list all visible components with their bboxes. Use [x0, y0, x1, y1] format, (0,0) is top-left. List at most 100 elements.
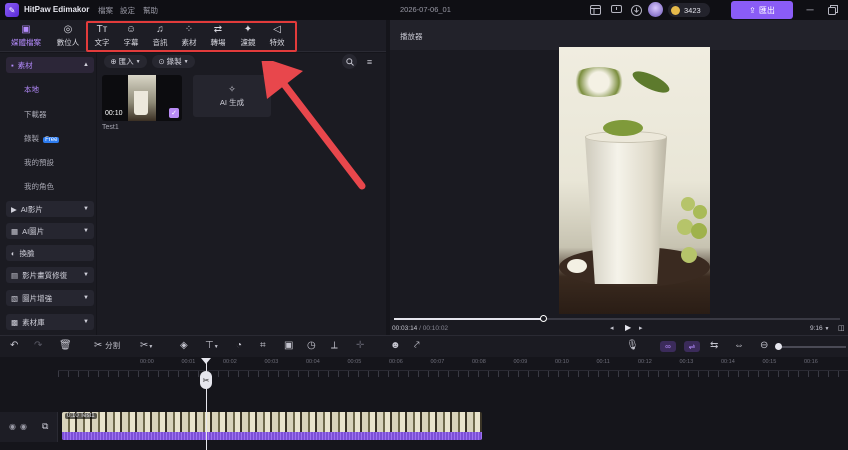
cut-options-icon[interactable]: ✂▼	[140, 340, 153, 351]
play-icon[interactable]: ▶	[625, 323, 631, 332]
tab-digital-human[interactable]: ◎ 數位人	[52, 21, 84, 51]
track-video-icon[interactable]: ⧉	[42, 421, 48, 432]
tool-audio-label: 音訊	[152, 38, 168, 47]
app-logo-icon: ✎	[5, 3, 19, 17]
download-icon[interactable]	[629, 3, 643, 17]
sidebar-cat-face-swap-label: 換臉	[19, 248, 35, 258]
transition-icon: ⇄	[213, 24, 223, 35]
sidebar-item-downloader[interactable]: 下載器	[24, 109, 47, 120]
sidebar-item-my-characters[interactable]: 我的角色	[24, 181, 54, 192]
timeline-toolbar: ↶ ↷ 🗑 ✂ 分割 ✂▼ ◈ ⊤▼ ◔ ⌗ ▣ ◷ ⟂ ✛ ☻ ⤤ 🎙 ∞ ⇌…	[0, 335, 848, 357]
sidebar-cat-ai-video[interactable]: ▶ AI影片 ▼	[6, 201, 94, 217]
speed-icon[interactable]: ◷	[307, 340, 316, 351]
ruler-label: 00:14	[721, 359, 735, 365]
freeze-frame-icon[interactable]: ▣	[284, 340, 293, 351]
ai-video-icon: ▶	[11, 204, 17, 214]
minimize-icon[interactable]: ─	[803, 3, 817, 17]
redo-icon[interactable]: ↷	[34, 340, 42, 351]
tool-audio[interactable]: ♫ 音訊	[147, 21, 173, 51]
text-tool-icon[interactable]: ⊤▼	[205, 340, 219, 351]
media-clip-thumbnail[interactable]: 00:10 ✓	[102, 75, 182, 121]
sidebar-cat-image-enhance[interactable]: ▧ 圖片增強 ▼	[6, 290, 94, 306]
ai-avatar-icon[interactable]: ☻	[390, 340, 401, 351]
ruler-label: 00:10	[555, 359, 569, 365]
mask-icon[interactable]: ◈	[180, 340, 188, 351]
preview-progress-handle[interactable]	[540, 315, 547, 322]
audio-waveform	[62, 432, 482, 440]
layout-icon[interactable]	[588, 3, 602, 17]
avatar[interactable]	[648, 2, 663, 17]
tool-text[interactable]: Tт 文字	[89, 21, 115, 51]
next-frame-icon[interactable]: ▸	[639, 324, 643, 332]
tab-media-files[interactable]: ▣ 媒體檔案	[6, 21, 46, 51]
image-enhance-icon: ▧	[11, 293, 19, 303]
sidebar-section-elements[interactable]: ▪ 素材 ▲	[6, 57, 94, 73]
rotate-icon[interactable]: ◔	[236, 340, 242, 351]
tool-subtitle[interactable]: ☺ 字幕	[118, 21, 144, 51]
magnet-icon[interactable]: ∞	[660, 341, 676, 352]
export-icon: ⇪	[749, 5, 756, 15]
microphone-icon[interactable]: 🎙	[626, 340, 639, 351]
split-button[interactable]: ✂ 分割	[94, 340, 120, 351]
sidebar-item-my-presets[interactable]: 我的預設	[24, 157, 54, 168]
tool-filter[interactable]: ✦ 濾鏡	[235, 21, 261, 51]
track-split-icon[interactable]: ⇆	[710, 340, 718, 351]
export-button[interactable]: ⇪ 匯出	[731, 1, 793, 19]
record-button[interactable]: ⊙ 錄製 ▼	[152, 55, 195, 68]
sidebar-cat-library-label: 素材庫	[22, 317, 45, 327]
ai-generate-label: AI 生成	[219, 98, 245, 107]
sidebar-item-local[interactable]: 本地	[24, 84, 39, 95]
split-label: 分割	[105, 341, 121, 350]
delete-icon[interactable]: 🗑	[59, 340, 72, 351]
crop-icon[interactable]: ⌗	[260, 340, 266, 351]
sidebar-item-record[interactable]: 錄製 Free	[24, 133, 60, 144]
chevron-down-icon: ▼	[824, 326, 830, 332]
clip-name: Test1	[102, 124, 119, 131]
prev-frame-icon[interactable]: ◂	[610, 324, 614, 332]
chevron-down-icon: ▼	[83, 319, 89, 325]
zoom-slider-track[interactable]	[776, 346, 846, 348]
tool-transition[interactable]: ⇄ 轉場	[205, 21, 231, 51]
sidebar-cat-ai-image[interactable]: ▦ AI圖片 ▼	[6, 223, 94, 239]
export-frame-icon[interactable]: ⤤	[414, 340, 420, 351]
playhead-split-icon[interactable]: ✂	[200, 371, 212, 389]
clip-checkbox[interactable]: ✓	[169, 108, 179, 118]
zoom-out-icon[interactable]: ⊖	[760, 340, 768, 351]
sidebar-cat-image-enhance-label: 圖片增強	[22, 293, 53, 303]
ruler-label: 00:01	[181, 359, 196, 365]
snapshot-icon[interactable]: ◫	[838, 324, 845, 332]
ai-image-icon: ▦	[11, 226, 19, 236]
sidebar-cat-library[interactable]: ▩ 素材庫 ▼	[6, 314, 94, 330]
link-icon[interactable]: ⇌	[684, 341, 700, 352]
cup	[585, 137, 667, 284]
tool-elements[interactable]: ⁘ 素材	[176, 21, 202, 51]
menu-file[interactable]: 檔案	[98, 5, 113, 16]
timeline-video-clip[interactable]: 0:10 Test1	[62, 412, 482, 440]
menu-help[interactable]: 幫助	[143, 5, 158, 16]
import-button[interactable]: ⊕ 匯入 ▼	[104, 55, 147, 68]
track-mute-icon[interactable]: ◉	[9, 422, 16, 431]
mirror-icon[interactable]: ⟂	[331, 340, 338, 351]
menu-settings[interactable]: 設定	[120, 5, 135, 16]
position-icon[interactable]: ✛	[356, 340, 364, 351]
zoom-slider-handle[interactable]	[775, 343, 782, 350]
tool-transition-label: 轉場	[210, 38, 226, 47]
aspect-ratio-select[interactable]: 9:16 ▼	[810, 325, 829, 332]
filter-icon: ✦	[243, 24, 253, 35]
restore-icon[interactable]	[826, 3, 840, 17]
sidebar-cat-face-swap[interactable]: ◐ 換臉	[6, 245, 94, 261]
credits-badge[interactable]: 3423	[668, 3, 710, 17]
track-lock-icon[interactable]: ◉	[20, 422, 27, 431]
feedback-icon[interactable]	[609, 3, 623, 17]
track-header: ◉ ◉ ⧉	[0, 412, 58, 442]
ruler-labels: 00:00 00:01 00:02 00:03 00:04 00:05 00:06 00:07…	[58, 357, 848, 371]
tool-effects[interactable]: ◁ 特效	[264, 21, 290, 51]
current-time: 00:03:14	[392, 325, 418, 332]
import-label: 匯入	[118, 57, 134, 66]
undo-icon[interactable]: ↶	[10, 340, 18, 351]
sidebar-cat-video-enhance[interactable]: ▤ 影片畫質修復 ▼	[6, 267, 94, 283]
elements-icon: ⁘	[184, 24, 194, 35]
fit-icon[interactable]: ⇔	[734, 340, 744, 351]
music-icon: ♫	[156, 24, 164, 35]
ruler-label: 00:02	[223, 359, 237, 365]
